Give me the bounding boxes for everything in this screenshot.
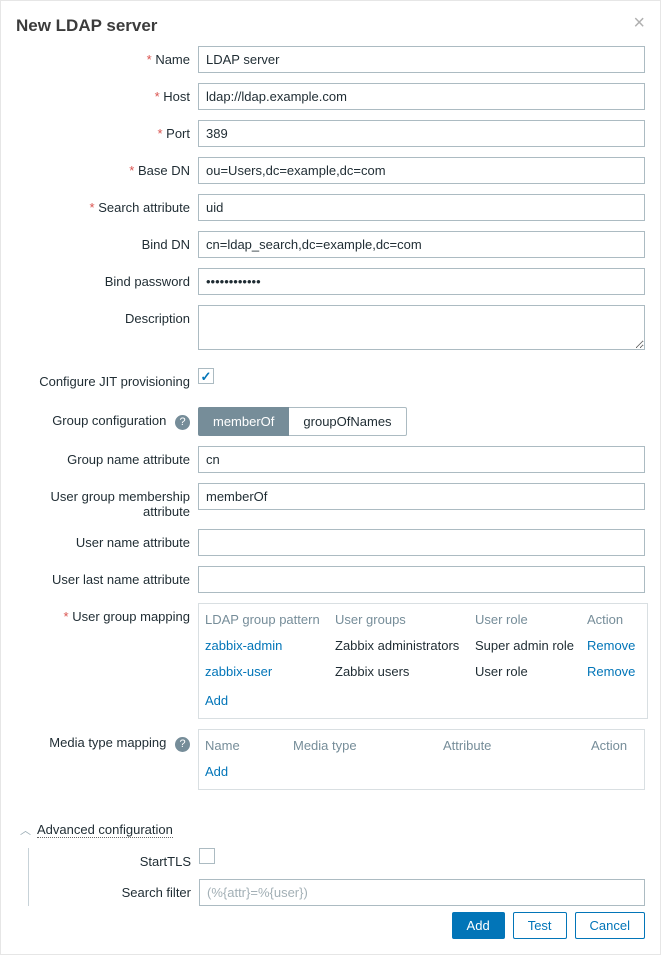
label-search-filter: Search filter	[29, 879, 199, 900]
label-bind-password: Bind password	[16, 268, 198, 289]
jit-checkbox[interactable]	[198, 368, 214, 384]
th-media-name: Name	[205, 738, 293, 753]
name-input[interactable]	[198, 46, 645, 73]
ldap-pattern-link[interactable]: zabbix-admin	[205, 638, 335, 653]
toggle-groupofnames[interactable]: groupOfNames	[289, 407, 406, 436]
description-textarea[interactable]	[198, 305, 645, 350]
bind-dn-input[interactable]	[198, 231, 645, 258]
test-button[interactable]: Test	[513, 912, 567, 939]
group-name-attr-input[interactable]	[198, 446, 645, 473]
ldap-pattern-link[interactable]: zabbix-user	[205, 664, 335, 679]
port-input[interactable]	[198, 120, 645, 147]
chevron-up-icon: ︿	[20, 822, 31, 838]
dialog-footer: Add Test Cancel	[1, 906, 660, 954]
advanced-toggle[interactable]: ︿ Advanced configuration	[20, 822, 173, 838]
th-action: Action	[587, 612, 641, 627]
label-starttls: StartTLS	[29, 848, 199, 869]
dialog-title: New LDAP server	[16, 16, 157, 36]
form-body: Name Host Port Base DN Search attribute …	[1, 46, 660, 810]
user-group-membership-attr-input[interactable]	[198, 483, 645, 510]
close-icon[interactable]: ×	[633, 16, 645, 30]
label-user-name-attr: User name attribute	[16, 529, 198, 550]
label-host: Host	[16, 83, 198, 104]
label-media-type-mapping: Media type mapping ?	[16, 729, 198, 752]
cancel-button[interactable]: Cancel	[575, 912, 645, 939]
table-row: zabbix-user Zabbix users User role Remov…	[199, 656, 647, 687]
th-media-attribute: Attribute	[443, 738, 591, 753]
toggle-memberof[interactable]: memberOf	[198, 407, 289, 436]
label-search-attribute: Search attribute	[16, 194, 198, 215]
label-port: Port	[16, 120, 198, 141]
ldap-dialog: New LDAP server × Name Host Port Base DN…	[0, 0, 661, 955]
user-role-cell: User role	[475, 664, 587, 679]
label-user-group-mapping: User group mapping	[16, 603, 198, 624]
label-jit: Configure JIT provisioning	[16, 368, 198, 389]
th-ldap-pattern: LDAP group pattern	[205, 612, 335, 627]
user-groups-cell: Zabbix users	[335, 664, 475, 679]
user-group-mapping-table: LDAP group pattern User groups User role…	[198, 603, 648, 719]
user-groups-cell: Zabbix administrators	[335, 638, 475, 653]
bind-password-input[interactable]	[198, 268, 645, 295]
table-row: zabbix-admin Zabbix administrators Super…	[199, 635, 647, 656]
user-name-attr-input[interactable]	[198, 529, 645, 556]
th-media-type: Media type	[293, 738, 443, 753]
th-media-action: Action	[591, 738, 638, 753]
label-group-name-attr: Group name attribute	[16, 446, 198, 467]
starttls-checkbox[interactable]	[199, 848, 215, 864]
media-type-mapping-table: Name Media type Attribute Action Add	[198, 729, 645, 790]
help-icon[interactable]: ?	[175, 737, 190, 752]
dialog-header: New LDAP server ×	[1, 1, 660, 46]
group-config-toggle: memberOf groupOfNames	[198, 407, 407, 436]
label-name: Name	[16, 46, 198, 67]
help-icon[interactable]: ?	[175, 415, 190, 430]
label-description: Description	[16, 305, 198, 326]
label-user-last-name-attr: User last name attribute	[16, 566, 198, 587]
remove-link[interactable]: Remove	[587, 638, 641, 653]
host-input[interactable]	[198, 83, 645, 110]
th-user-groups: User groups	[335, 612, 475, 627]
add-button[interactable]: Add	[452, 912, 505, 939]
advanced-label: Advanced configuration	[37, 822, 173, 838]
label-user-group-membership-attr: User group membership attribute	[16, 483, 198, 519]
search-attribute-input[interactable]	[198, 194, 645, 221]
user-last-name-attr-input[interactable]	[198, 566, 645, 593]
label-bind-dn: Bind DN	[16, 231, 198, 252]
label-base-dn: Base DN	[16, 157, 198, 178]
add-mapping-link[interactable]: Add	[205, 693, 234, 708]
remove-link[interactable]: Remove	[587, 664, 641, 679]
th-user-role: User role	[475, 612, 587, 627]
advanced-section: ︿ Advanced configuration StartTLS Search…	[1, 810, 660, 906]
base-dn-input[interactable]	[198, 157, 645, 184]
label-group-config: Group configuration ?	[16, 407, 198, 430]
add-media-link[interactable]: Add	[205, 764, 234, 779]
search-filter-input[interactable]	[199, 879, 645, 906]
user-role-cell: Super admin role	[475, 638, 587, 653]
